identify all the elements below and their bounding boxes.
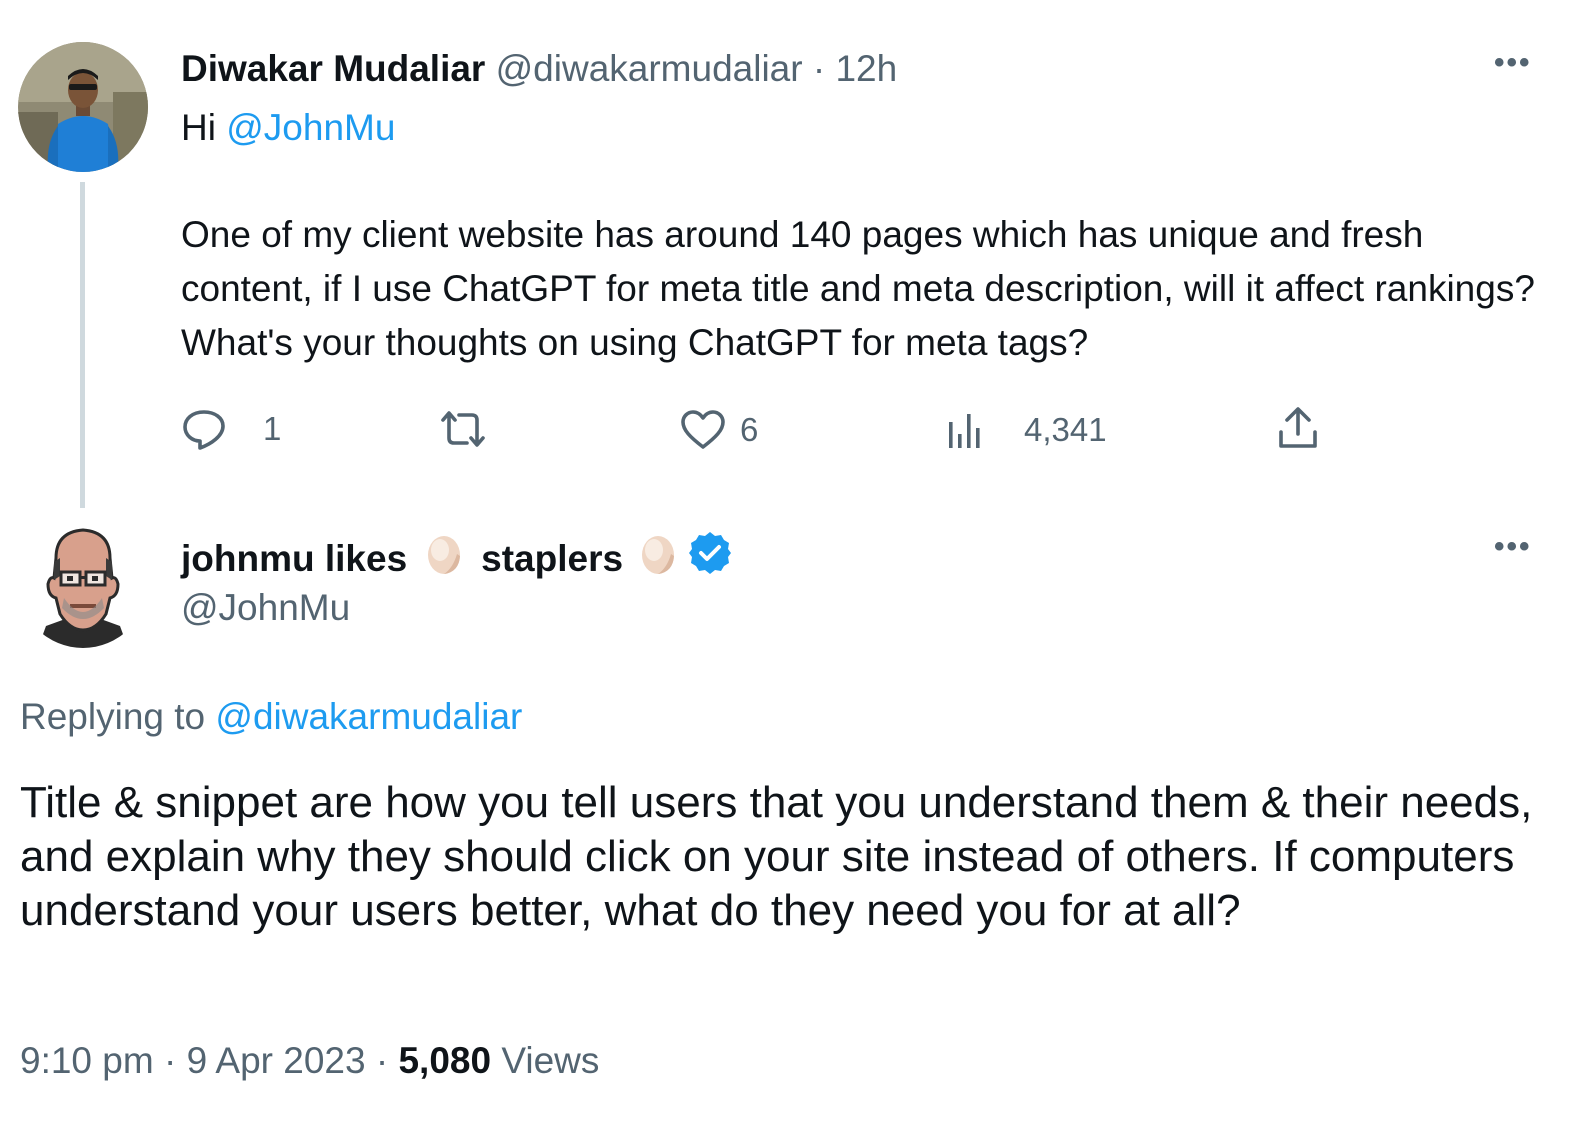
timestamp-date[interactable]: 9 Apr 2023 bbox=[187, 1040, 366, 1081]
like-count: 6 bbox=[740, 411, 759, 448]
verified-badge-icon[interactable] bbox=[687, 530, 733, 587]
meta-separator: · bbox=[375, 1040, 389, 1081]
replying-to-handle[interactable]: @diwakarmudaliar bbox=[215, 696, 522, 737]
original-tweet-header: Diwakar Mudaliar @diwakarmudaliar · 12h bbox=[181, 46, 897, 92]
tweet-time-ago[interactable]: 12h bbox=[835, 48, 897, 89]
reply-count: 1 bbox=[263, 410, 282, 447]
header-separator: · bbox=[812, 48, 826, 89]
more-icon[interactable]: ••• bbox=[1494, 530, 1532, 564]
author-name-part1: johnmu likes bbox=[181, 537, 408, 579]
reply-action[interactable]: 1 bbox=[181, 408, 281, 450]
johnmu-avatar[interactable] bbox=[18, 518, 148, 648]
views-icon bbox=[946, 410, 986, 450]
like-icon bbox=[680, 410, 726, 450]
meta-separator: · bbox=[163, 1040, 177, 1081]
avatar-photo bbox=[18, 42, 148, 172]
reply-meta: 9:10 pm · 9 Apr 2023 · 5,080 Views bbox=[20, 1038, 599, 1084]
reply-author-handle[interactable]: @JohnMu bbox=[181, 585, 350, 631]
reply-author-name[interactable]: johnmu likes staplers bbox=[181, 530, 733, 587]
reply-view-count[interactable]: 5,080 bbox=[398, 1040, 491, 1081]
author-name-part2: staplers bbox=[481, 537, 624, 579]
egg-icon bbox=[639, 530, 677, 587]
avatar-pixel-art bbox=[18, 518, 148, 648]
retweet-icon bbox=[438, 410, 488, 448]
views-label: Views bbox=[501, 1040, 600, 1081]
egg-icon bbox=[425, 530, 463, 587]
author-handle[interactable]: @diwakarmudaliar bbox=[496, 48, 803, 89]
view-count: 4,341 bbox=[1024, 411, 1107, 448]
greeting-prefix: Hi bbox=[181, 107, 216, 148]
thread-connector-line bbox=[80, 182, 85, 508]
mention-link[interactable]: @JohnMu bbox=[226, 107, 395, 148]
more-icon[interactable]: ••• bbox=[1494, 46, 1532, 80]
tweet-greeting: Hi @JohnMu bbox=[181, 101, 395, 155]
share-icon bbox=[1276, 406, 1320, 450]
retweet-action[interactable] bbox=[438, 410, 488, 448]
replying-to-label: Replying to bbox=[20, 696, 206, 737]
share-action[interactable] bbox=[1276, 406, 1320, 450]
reply-body: Title & snippet are how you tell users t… bbox=[20, 778, 1533, 935]
like-action[interactable]: 6 bbox=[680, 410, 758, 450]
author-name[interactable]: Diwakar Mudaliar bbox=[181, 48, 485, 89]
replying-to-line: Replying to @diwakarmudaliar bbox=[20, 694, 522, 740]
reply-icon bbox=[181, 408, 227, 450]
timestamp-time[interactable]: 9:10 pm bbox=[20, 1040, 154, 1081]
tweet-body: One of my client website has around 140 … bbox=[181, 214, 1535, 363]
views-action[interactable]: 4,341 bbox=[946, 410, 1107, 450]
diwakar-avatar[interactable] bbox=[18, 42, 148, 172]
